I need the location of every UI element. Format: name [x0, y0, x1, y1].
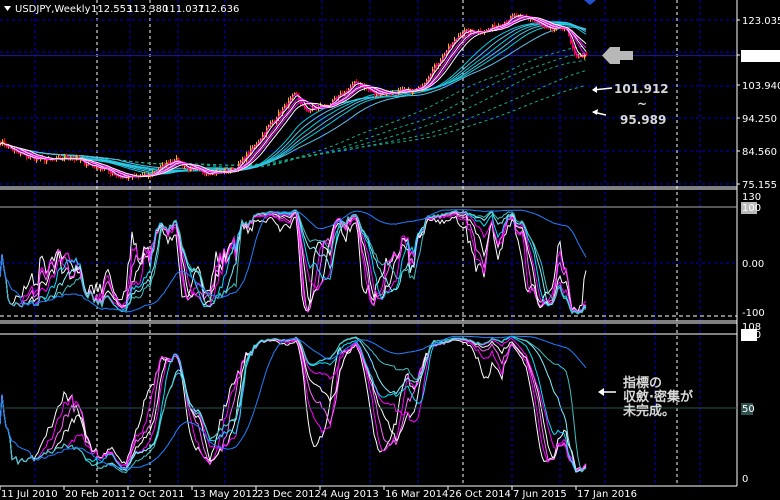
- time-tick-label: 17 Jan 2016: [577, 489, 637, 500]
- oscillator-1-line: [0, 209, 587, 315]
- collapse-triangle-icon[interactable]: [4, 6, 11, 11]
- osc1-tick-label: -100: [742, 308, 765, 319]
- annotation-upper-value: 101.912: [614, 82, 669, 96]
- candle-body: [554, 29, 556, 31]
- price-tick-label: 84.560: [742, 147, 777, 158]
- note-line-3: 未完成。: [622, 403, 675, 419]
- time-tick-label: 11 Jul 2010: [1, 489, 58, 500]
- osc2-tick-label: 100: [742, 330, 761, 341]
- candle-body: [466, 29, 468, 31]
- price-tick-label: 94.250: [742, 114, 777, 125]
- big-left-arrow-icon: [602, 47, 633, 64]
- annotation-range-mark: ~: [637, 97, 647, 111]
- time-tick-label: 2 Oct 2011: [129, 489, 184, 500]
- osc1-tick-label: 100: [742, 203, 761, 214]
- arrow-upper-icon: [592, 86, 613, 93]
- time-tick-label: 23 Dec 2012: [257, 489, 321, 500]
- candle-body: [586, 53, 588, 56]
- osc2-tick-label: 0: [742, 474, 748, 485]
- oscillator-2-line: [0, 338, 587, 472]
- candle[interactable]: [586, 51, 588, 57]
- close-value: 112.636: [198, 4, 239, 15]
- price-tick-label: 123.035: [742, 16, 780, 27]
- oscillator-2-line: [0, 339, 587, 471]
- oscillator-2-line: [0, 335, 587, 473]
- candle[interactable]: [74, 156, 76, 163]
- ma-line-short: [0, 14, 587, 179]
- price-tick-label: 75.155: [742, 180, 777, 191]
- oscillator-2-line: [0, 336, 587, 473]
- arrow-lower-icon: [592, 109, 607, 116]
- osc1-tick-label: 130: [742, 192, 761, 203]
- symbol-label: USDJPY,Weekly: [15, 4, 91, 15]
- price-panel[interactable]: [0, 12, 737, 181]
- osc1-tick-label: 0.00: [742, 259, 764, 270]
- candle-body: [308, 110, 310, 112]
- price-tick-label: 112.636: [742, 51, 780, 62]
- annotation-lower-value: 95.989: [620, 113, 666, 127]
- candle-body: [62, 159, 64, 161]
- oscillator-panel-1[interactable]: [0, 209, 587, 315]
- arrow-note-icon: [598, 388, 616, 396]
- oscillator-panel-2[interactable]: [0, 335, 587, 474]
- candle[interactable]: [356, 78, 358, 83]
- time-tick-label: 7 Jun 2015: [513, 489, 567, 500]
- current-bar-diamond-icon: [584, 0, 596, 5]
- time-tick-label: 20 Feb 2011: [65, 489, 127, 500]
- note-line-1: 指標の: [623, 375, 662, 391]
- chart-canvas[interactable]: 123.035112.636103.94094.25084.56075.1551…: [0, 0, 780, 500]
- candle-body: [28, 157, 30, 159]
- note-line-2: 収斂·密集が: [623, 389, 693, 405]
- oscillator-2-line: [0, 337, 587, 473]
- oscillator-2-slow-line: [0, 335, 587, 470]
- candle-body: [578, 57, 580, 59]
- oscillator-2-line: [0, 337, 587, 473]
- time-tick-label: 16 Mar 2014: [385, 489, 448, 500]
- time-tick-label: 4 Aug 2013: [321, 489, 379, 500]
- candle[interactable]: [4, 138, 6, 148]
- candle-body: [86, 164, 88, 166]
- time-tick-label: 26 Oct 2014: [449, 489, 511, 500]
- osc2-tick-label: 50: [742, 404, 755, 415]
- price-tick-label: 103.940: [742, 81, 780, 92]
- time-tick-label: 13 May 2012: [193, 489, 258, 500]
- candle[interactable]: [166, 160, 168, 169]
